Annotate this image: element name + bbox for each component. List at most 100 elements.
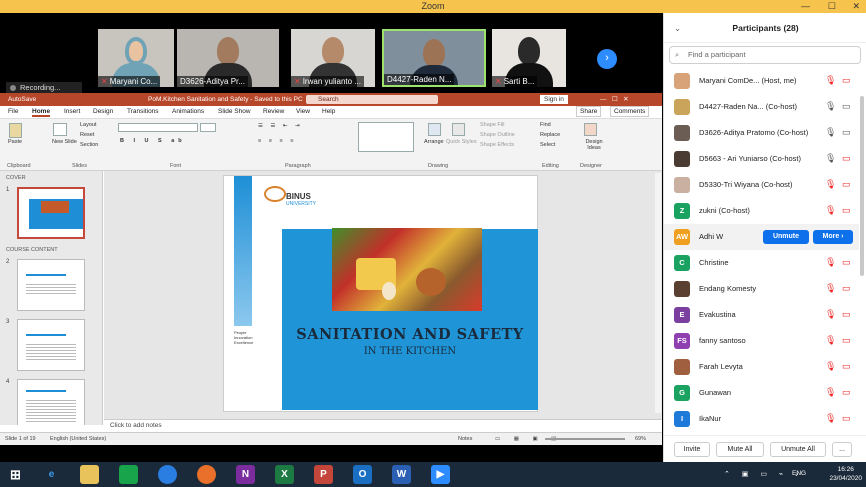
mic-muted-icon[interactable]: 🎙︎	[825, 179, 836, 190]
video-off-icon[interactable]: ▭	[842, 335, 851, 346]
video-off-icon[interactable]: ▭	[842, 283, 851, 294]
chrome-icon[interactable]	[158, 465, 177, 484]
collapse-chevron-icon[interactable]: ⌄	[674, 13, 681, 43]
video-thumbnail-active[interactable]: D4427-Raden N...	[382, 29, 486, 87]
current-slide[interactable]: BINUS UNIVERSITY People Innovation Excel…	[223, 175, 538, 412]
font-family-select[interactable]	[118, 123, 198, 132]
font-format-buttons[interactable]: B I U S ab	[120, 138, 186, 144]
arrange-button[interactable]: Arrange	[424, 139, 444, 145]
new-slide-button[interactable]: New Slide	[52, 139, 77, 145]
more-button[interactable]: More ›	[813, 230, 853, 244]
align-buttons[interactable]: ≡ ≡ ≡ ≡	[258, 138, 296, 144]
slide-thumbnail[interactable]	[17, 187, 85, 239]
tab-insert[interactable]: Insert	[64, 108, 80, 115]
video-off-icon[interactable]: ▭	[842, 205, 851, 216]
invite-button[interactable]: Invite	[674, 442, 710, 457]
vertical-scrollbar[interactable]	[655, 173, 661, 413]
excel-icon[interactable]: X	[275, 465, 294, 484]
find-participant-input[interactable]: ⌕ Find a participant	[669, 46, 861, 64]
language-status[interactable]: English (United States)	[50, 433, 106, 445]
mic-muted-icon[interactable]: 🎙︎	[825, 361, 836, 372]
autosave-toggle[interactable]: AutoSave	[8, 93, 36, 106]
unmute-all-button[interactable]: Unmute All	[770, 442, 826, 457]
mic-muted-icon[interactable]: 🎙︎	[825, 283, 836, 294]
design-ideas-button[interactable]: Design Ideas	[582, 139, 606, 151]
tab-file[interactable]: File	[8, 108, 18, 115]
slide-thumbnail[interactable]	[17, 259, 85, 311]
participant-row[interactable]: D5330-Tri Wiyana (Co-host) 🎙︎ ▭	[664, 172, 859, 198]
video-thumbnail[interactable]: D3626-Aditya Pr...	[177, 29, 279, 87]
reset-button[interactable]: Reset	[80, 132, 94, 138]
video-off-icon[interactable]: ▭	[842, 361, 851, 372]
notes-pane[interactable]: Click to add notes	[104, 419, 662, 431]
shape-fill-button[interactable]: Shape Fill	[480, 122, 504, 128]
tab-review[interactable]: Review	[263, 108, 284, 115]
video-on-icon[interactable]: ▭	[842, 127, 851, 138]
onenote-icon[interactable]: N	[236, 465, 255, 484]
mic-on-icon[interactable]: 🎙︎	[825, 153, 836, 164]
notes-toggle[interactable]: Notes	[458, 433, 472, 445]
firefox-icon[interactable]	[197, 465, 216, 484]
comments-button[interactable]: Comments	[610, 106, 650, 117]
store-icon[interactable]	[119, 465, 138, 484]
participant-row[interactable]: Maryani ComDe... (Host, me) 🎙︎ ▭	[664, 68, 859, 94]
participant-row[interactable]: I IkaNur 🎙︎ ▭	[664, 406, 859, 432]
layout-button[interactable]: Layout	[80, 122, 97, 128]
participant-row[interactable]: FS fanny santoso 🎙︎ ▭	[664, 328, 859, 354]
quick-styles-icon[interactable]	[452, 123, 465, 136]
participant-row[interactable]: G Gunawan 🎙︎ ▭	[664, 380, 859, 406]
arrange-icon[interactable]	[428, 123, 441, 136]
tab-animations[interactable]: Animations	[172, 108, 204, 115]
participant-row[interactable]: AW Adhi W Unmute More ›	[664, 224, 859, 250]
word-icon[interactable]: W	[392, 465, 411, 484]
participant-row[interactable]: Zzukni (Co-host) 🎙︎ ▭	[664, 198, 859, 224]
minimize-button[interactable]: —	[801, 0, 810, 13]
participant-row[interactable]: Farah Levyta 🎙︎ ▭	[664, 354, 859, 380]
select-button[interactable]: Select	[540, 142, 555, 148]
start-windows-icon[interactable]: ⊞	[6, 465, 25, 484]
more-options-button[interactable]: ...	[832, 442, 852, 457]
shape-outline-button[interactable]: Shape Outline	[480, 132, 515, 138]
ppt-search-box[interactable]: Search	[306, 95, 438, 104]
participant-row[interactable]: C Christine 🎙︎ ▭	[664, 250, 859, 276]
participant-row[interactable]: D3626-Aditya Pratomo (Co-host) 🎙︎ ▭	[664, 120, 859, 146]
video-off-icon[interactable]: ▭	[842, 75, 851, 86]
clock[interactable]: 16:26 23/04/2020	[829, 465, 862, 483]
mic-on-icon[interactable]: 🎙︎	[825, 127, 836, 138]
section-course-content[interactable]: COURSE CONTENT	[6, 247, 58, 253]
new-slide-icon[interactable]	[53, 123, 67, 136]
paste-icon[interactable]	[9, 123, 22, 138]
tab-slide-show[interactable]: Slide Show	[218, 108, 251, 115]
sign-in-button[interactable]: Sign in	[540, 95, 568, 104]
find-button[interactable]: Find	[540, 122, 551, 128]
tab-help[interactable]: Help	[322, 108, 335, 115]
powerpoint-icon[interactable]: P	[314, 465, 333, 484]
quick-styles-button[interactable]: Quick Styles	[446, 139, 477, 145]
mic-muted-icon[interactable]: 🎙︎	[825, 387, 836, 398]
mic-muted-icon[interactable]: 🎙︎	[825, 205, 836, 216]
tab-transitions[interactable]: Transitions	[127, 108, 159, 115]
video-off-icon[interactable]: ▭	[842, 387, 851, 398]
video-off-icon[interactable]: ▭	[842, 309, 851, 320]
zoom-slider[interactable]	[545, 438, 625, 440]
mic-muted-icon[interactable]: 🎙︎	[825, 257, 836, 268]
video-thumbnail[interactable]: ✕ Irwan yulianto ...	[291, 29, 375, 87]
shape-effects-button[interactable]: Shape Effects	[480, 142, 514, 148]
file-explorer-icon[interactable]	[80, 465, 99, 484]
tab-home[interactable]: Home	[32, 108, 51, 117]
close-button[interactable]: ✕	[852, 0, 860, 13]
video-off-icon[interactable]: ▭	[842, 179, 851, 190]
mic-muted-icon[interactable]: 🎙︎	[825, 413, 836, 424]
slide-thumbnail[interactable]	[17, 379, 85, 425]
video-thumbnail[interactable]: ✕ Sarti B...	[492, 29, 566, 87]
share-button[interactable]: Share	[576, 106, 602, 117]
next-page-arrow-icon[interactable]: ›	[597, 49, 617, 69]
outlook-icon[interactable]: O	[353, 465, 372, 484]
mic-on-icon[interactable]: 🎙︎	[825, 101, 836, 112]
video-thumbnail[interactable]: ✕ Maryani Co...	[98, 29, 174, 87]
tab-design[interactable]: Design	[93, 108, 113, 115]
list-buttons[interactable]: ☰ ☰ ⇤ ⇥	[258, 123, 303, 129]
panel-scrollbar[interactable]	[860, 96, 864, 276]
video-off-icon[interactable]: ▭	[842, 413, 851, 424]
participant-row[interactable]: E Evakustina 🎙︎ ▭	[664, 302, 859, 328]
